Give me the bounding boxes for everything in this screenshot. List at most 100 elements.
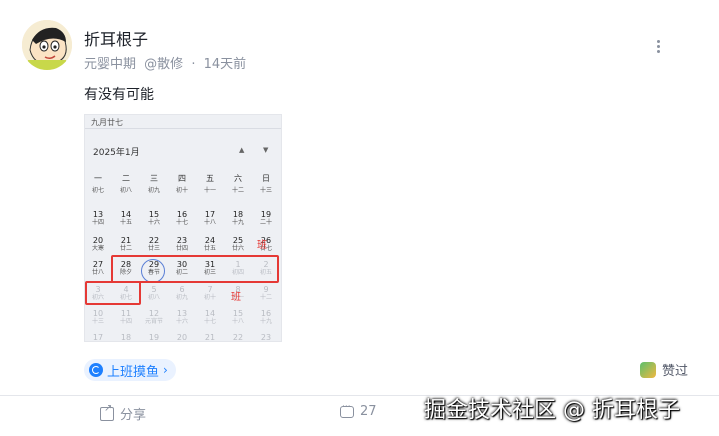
lunar-date: 十九	[231, 219, 244, 226]
day-number: 20	[176, 333, 188, 342]
lunar-date: 二十	[259, 219, 272, 226]
day-number: 14	[120, 210, 132, 219]
day-number: 14	[204, 309, 216, 318]
calendar-day: 18 十九	[227, 211, 249, 226]
lunar-date: 十六	[175, 318, 188, 325]
day-number: 20	[92, 236, 104, 245]
calendar-day: 19	[143, 334, 165, 342]
day-number: 17	[204, 210, 216, 219]
day-number: 16	[260, 309, 272, 318]
calendar-day: 13 十四	[87, 211, 109, 226]
lunar-date: 十八	[203, 219, 216, 226]
more-options-icon[interactable]	[650, 38, 666, 58]
day-number: 16	[176, 210, 188, 219]
weekday-label: 五	[206, 174, 214, 183]
work-day-mark-top: 班	[257, 240, 267, 251]
lunar-date: 十一	[203, 187, 216, 194]
topic-tag[interactable]: 上班摸鱼 ›	[84, 359, 176, 381]
day-number: 15	[232, 309, 244, 318]
post-card: 折耳根子 元婴中期 @散修 · 14天前 有没有可能 九月廿七 2025年1月 …	[0, 0, 719, 436]
calendar-day: 19 二十	[255, 211, 277, 226]
calendar-day: 21	[199, 334, 221, 342]
lunar-date: 十五	[119, 219, 132, 226]
weekday-label: 日	[262, 174, 270, 183]
author-handle[interactable]: @散修	[144, 57, 183, 72]
calendar-day: 初十	[171, 187, 193, 194]
comment-icon	[340, 402, 354, 418]
author-level: 元婴中期	[84, 57, 137, 72]
day-number: 21	[120, 236, 132, 245]
calendar-top-label: 九月廿七	[91, 118, 123, 127]
calendar-day: 6 初九	[171, 286, 193, 301]
calendar-day: 16 十九	[255, 310, 277, 325]
day-number: 21	[204, 333, 216, 342]
calendar-day: 11 十四	[115, 310, 137, 325]
calendar-day: 十二	[227, 187, 249, 194]
lunar-date: 十三	[91, 318, 104, 325]
calendar-day: 22	[227, 334, 249, 342]
day-number: 24	[204, 236, 216, 245]
lunar-date: 廿二	[119, 245, 132, 252]
lunar-date: 十二	[259, 294, 272, 301]
chevron-right-icon: ›	[163, 363, 168, 377]
calendar-day: 10 十三	[87, 310, 109, 325]
calendar-day: 21 廿二	[115, 237, 137, 252]
calendar-day: 初七	[87, 187, 109, 194]
day-number: 17	[92, 333, 104, 342]
lunar-date: 十六	[147, 219, 160, 226]
weekday-label: 三	[150, 174, 158, 183]
share-label: 分享	[120, 408, 147, 423]
calendar-day: 22 廿三	[143, 237, 165, 252]
calendar-day: 16 十七	[171, 211, 193, 226]
lunar-date: 十四	[91, 219, 104, 226]
calendar-day: 27 廿八	[87, 261, 109, 276]
calendar-day: 25 廿六	[227, 237, 249, 252]
share-button[interactable]: 分享	[100, 403, 147, 423]
calendar-day: 20 大寒	[87, 237, 109, 252]
day-number: 22	[232, 333, 244, 342]
topic-icon	[89, 363, 103, 377]
topic-label: 上班摸鱼	[107, 364, 160, 380]
avatar[interactable]	[22, 20, 72, 70]
lunar-date: 初八	[119, 187, 132, 194]
lunar-date: 元宵节	[144, 318, 163, 325]
comment-button[interactable]: 27	[340, 402, 377, 419]
calendar-day: 23	[255, 334, 277, 342]
lunar-date: 廿五	[203, 245, 216, 252]
day-number: 23	[260, 333, 272, 342]
lunar-date: 十八	[231, 318, 244, 325]
calendar-day: 9 十二	[255, 286, 277, 301]
highlight-box-bottom	[85, 281, 141, 305]
calendar-day: 12 元宵节	[143, 310, 165, 325]
lunar-date: 十二	[231, 187, 244, 194]
calendar-divider	[85, 128, 281, 129]
work-day-mark-bottom: 班	[231, 292, 241, 303]
calendar-day: 23 廿四	[171, 237, 193, 252]
calendar-day: 初八	[115, 187, 137, 194]
admire-button[interactable]: 赞过	[640, 360, 688, 379]
lunar-date: 初十	[203, 294, 216, 301]
share-icon	[100, 403, 114, 421]
calendar-day: 13 十六	[171, 310, 193, 325]
lunar-date: 十七	[175, 219, 188, 226]
post-meta: 元婴中期 @散修 · 14天前	[84, 53, 250, 72]
lunar-date: 初八	[147, 294, 160, 301]
post-text: 有没有可能	[84, 87, 154, 103]
day-number: 10	[92, 309, 104, 318]
calendar-day: 14 十七	[199, 310, 221, 325]
day-number: 18	[232, 210, 244, 219]
day-number: 7	[207, 285, 213, 294]
avatar-image	[22, 20, 72, 70]
lunar-date: 初九	[175, 294, 188, 301]
calendar-day: 18	[115, 334, 137, 342]
post-time: 14天前	[203, 57, 247, 72]
day-number: 22	[148, 236, 160, 245]
calendar-day: 15 十八	[227, 310, 249, 325]
author-name[interactable]: 折耳根子	[84, 26, 148, 50]
day-number: 19	[148, 333, 160, 342]
lunar-date: 初十	[175, 187, 188, 194]
lunar-date: 十七	[203, 318, 216, 325]
lunar-date: 十三	[259, 187, 272, 194]
post-image-calendar[interactable]: 九月廿七 2025年1月 ▲ ▼ 一二三四五六日初七 初八 初九 初十 十一 十二 十三 13…	[84, 114, 282, 342]
day-number: 15	[148, 210, 160, 219]
